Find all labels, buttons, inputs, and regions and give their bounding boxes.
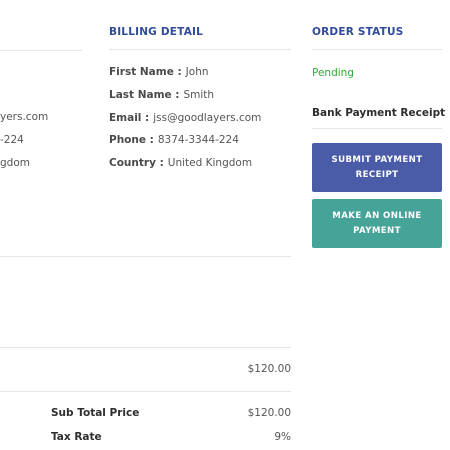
billing-row-last-name: Last Name : Smith bbox=[109, 89, 214, 101]
items-bottom-divider bbox=[0, 391, 291, 392]
order-status-value: Pending bbox=[312, 67, 354, 79]
item-line-total: $120.00 bbox=[247, 363, 291, 375]
billing-value: United Kingdom bbox=[167, 157, 253, 169]
billing-value: jss@goodlayers.com bbox=[153, 112, 262, 124]
billing-label: Email : bbox=[109, 112, 150, 124]
tax-rate-value: 9% bbox=[274, 431, 291, 443]
billing-value: John bbox=[185, 66, 209, 78]
receipt-divider bbox=[312, 128, 442, 129]
billing-detail-title: BILLING DETAIL bbox=[109, 26, 204, 38]
billing-label: Last Name : bbox=[109, 89, 180, 101]
billing-value: 8374-3344-224 bbox=[157, 134, 239, 146]
make-online-payment-button[interactable]: MAKE AN ONLINE PAYMENT bbox=[312, 199, 442, 248]
sub-total-value: $120.00 bbox=[247, 407, 291, 419]
bank-payment-receipt-title: Bank Payment Receipt bbox=[312, 107, 446, 119]
order-status-title: ORDER STATUS bbox=[312, 26, 404, 38]
items-top-divider bbox=[0, 256, 291, 257]
tax-rate-label: Tax Rate bbox=[51, 431, 102, 443]
customer-email-fragment: yers.com bbox=[0, 111, 49, 123]
order-detail-page: yers.com -224 gdom BILLING DETAIL First … bbox=[0, 0, 450, 450]
billing-row-first-name: First Name : John bbox=[109, 66, 209, 78]
customer-section-divider bbox=[0, 50, 82, 51]
billing-label: Country : bbox=[109, 157, 164, 169]
order-status-section: ORDER STATUS Pending Bank Payment Receip… bbox=[312, 26, 445, 248]
billing-row-phone: Phone :8374-3344-224 bbox=[109, 134, 239, 146]
customer-phone-fragment: -224 bbox=[0, 134, 24, 146]
order-status-divider bbox=[312, 49, 442, 50]
billing-detail-section: BILLING DETAIL First Name : John Last Nam… bbox=[109, 26, 291, 169]
billing-label: Phone : bbox=[109, 134, 154, 146]
items-header-divider bbox=[0, 347, 291, 348]
billing-row-country: Country : United Kingdom bbox=[109, 157, 252, 169]
submit-payment-receipt-button[interactable]: SUBMIT PAYMENT RECEIPT bbox=[312, 143, 442, 192]
customer-country-fragment: gdom bbox=[0, 157, 30, 169]
sub-total-label: Sub Total Price bbox=[51, 407, 140, 419]
billing-label: First Name : bbox=[109, 66, 182, 78]
billing-value: Smith bbox=[183, 89, 215, 101]
billing-row-email: Email : jss@goodlayers.com bbox=[109, 112, 261, 124]
billing-detail-divider bbox=[109, 49, 291, 50]
